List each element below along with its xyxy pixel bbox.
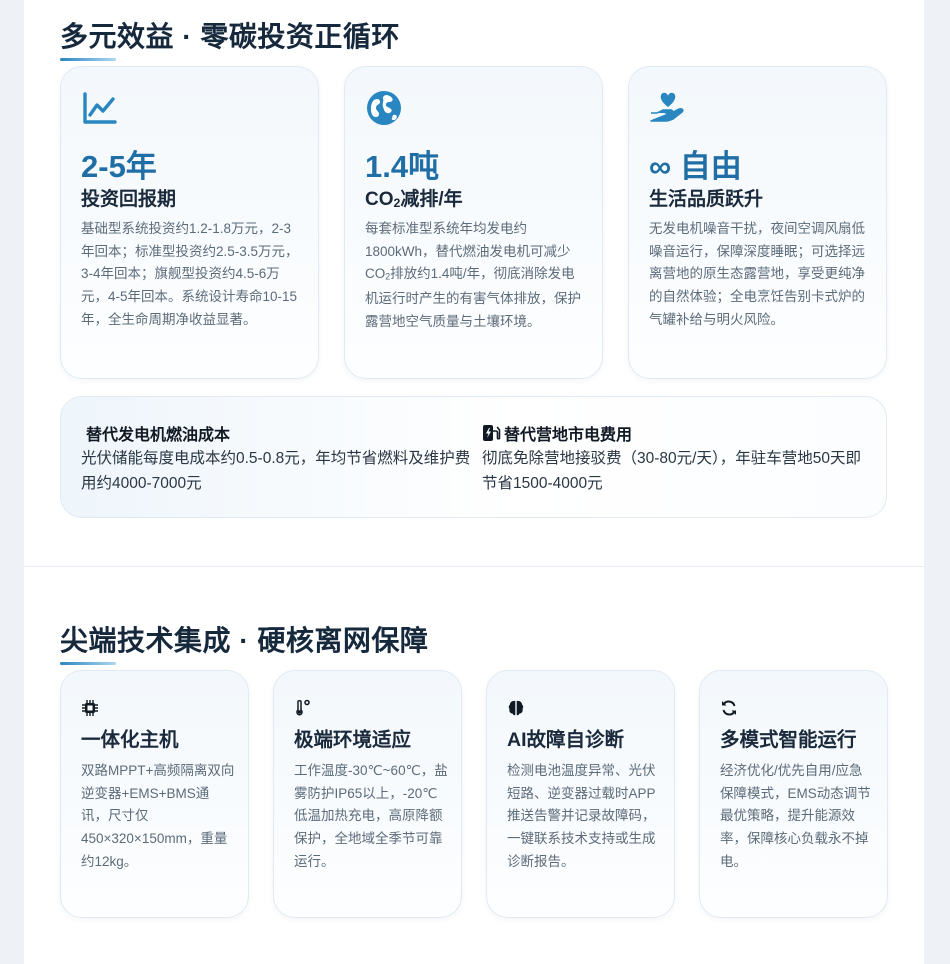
charging-station-icon bbox=[482, 424, 502, 442]
section-title: 多元效益 · 零碳投资正循环 bbox=[60, 21, 400, 52]
benefit-description: 无发电机噪音干扰，夜间空调风扇低噪音运行，保障深度睡眠；可选择远离营地的原生态露… bbox=[649, 221, 865, 327]
tech-name: 极端环境适应 bbox=[294, 729, 412, 751]
saving-description: 彻底免除营地接驳费（30-80元/天），年驻车营地50天即节省1500-4000… bbox=[482, 450, 861, 492]
benefit-label: 投资回报期 bbox=[81, 189, 177, 210]
saving-title: 替代发电机燃油成本 bbox=[86, 427, 231, 444]
tech-description: 工作温度-30℃~60℃，盐雾防护IP65以上，-20℃低温加热充电，高原降额保… bbox=[294, 763, 448, 869]
earth-icon bbox=[365, 89, 403, 127]
saving-description: 光伏储能每度电成本约0.5-0.8元，年均节省燃料及维护费用约4000-7000… bbox=[81, 450, 471, 492]
tech-description: 双路MPPT+高频隔离双向逆变器+EMS+BMS通讯，尺寸仅450×320×15… bbox=[81, 763, 235, 869]
chart-line-icon bbox=[81, 89, 119, 127]
tech-name: AI故障自诊断 bbox=[507, 729, 625, 751]
title-underline bbox=[60, 662, 116, 665]
brain-icon bbox=[507, 699, 525, 717]
chip-icon bbox=[81, 699, 99, 717]
benefit-description: 每套标准型系统年均发电约1800kWh，替代燃油发电机可减少CO2排放约1.4吨… bbox=[365, 221, 581, 330]
benefit-value: 1.4吨 bbox=[365, 149, 440, 184]
tech-card-integrated-host: 一体化主机 双路MPPT+高频隔离双向逆变器+EMS+BMS通讯，尺寸仅450×… bbox=[60, 670, 249, 918]
saving-title: 替代营地市电费用 bbox=[504, 427, 633, 444]
tech-description: 经济优化/优先自用/应急保障模式，EMS动态调节最优策略，提升能源效率，保障核心… bbox=[720, 763, 871, 869]
tech-description: 检测电池温度异常、光伏短路、逆变器过载时APP推送告警并记录故障码，一键联系技术… bbox=[507, 763, 656, 869]
saving-item-fuel: 替代发电机燃油成本 光伏储能每度电成本约0.5-0.8元，年均节省燃料及维护费用… bbox=[81, 422, 471, 496]
title-underline bbox=[60, 58, 116, 61]
benefits-section: 多元效益 · 零碳投资正循环 2-5年 投资回报期 基础型系统投资约1.2-1.… bbox=[24, 0, 924, 566]
thermometer-icon bbox=[294, 699, 312, 717]
benefit-card-lifestyle: ∞ 自由 生活品质跃升 无发电机噪音干扰，夜间空调风扇低噪音运行，保障深度睡眠；… bbox=[628, 66, 887, 379]
tech-section: 尖端技术集成 · 硬核离网保障 一体化主机 双路MPPT+高频隔离双向逆变器+E… bbox=[24, 566, 924, 964]
tech-card-smart-mode: 多模式智能运行 经济优化/优先自用/应急保障模式，EMS动态调节最优策略，提升能… bbox=[699, 670, 888, 918]
savings-panel: 替代发电机燃油成本 光伏储能每度电成本约0.5-0.8元，年均节省燃料及维护费用… bbox=[60, 396, 887, 518]
section-title: 尖端技术集成 · 硬核离网保障 bbox=[60, 625, 429, 656]
tech-card-ai-diagnosis: AI故障自诊断 检测电池温度异常、光伏短路、逆变器过载时APP推送告警并记录故障… bbox=[486, 670, 675, 918]
benefit-value: 2-5年 bbox=[81, 149, 157, 184]
benefit-card-roi: 2-5年 投资回报期 基础型系统投资约1.2-1.8万元，2-3年回本；标准型投… bbox=[60, 66, 319, 379]
benefit-label: CO2减排/年 bbox=[365, 189, 463, 210]
tech-card-environment: 极端环境适应 工作温度-30℃~60℃，盐雾防护IP65以上，-20℃低温加热充… bbox=[273, 670, 462, 918]
benefit-value: ∞ 自由 bbox=[649, 149, 742, 184]
hand-heart-icon bbox=[649, 89, 687, 127]
page: 多元效益 · 零碳投资正循环 2-5年 投资回报期 基础型系统投资约1.2-1.… bbox=[24, 0, 924, 964]
benefit-card-emission: 1.4吨 CO2减排/年 每套标准型系统年均发电约1800kWh，替代燃油发电机… bbox=[344, 66, 603, 379]
tech-name: 一体化主机 bbox=[81, 729, 179, 751]
sync-icon bbox=[720, 699, 738, 717]
benefit-label: 生活品质跃升 bbox=[649, 189, 764, 210]
tech-name: 多模式智能运行 bbox=[720, 729, 857, 751]
saving-item-grid: 替代营地市电费用 彻底免除营地接驳费（30-80元/天），年驻车营地50天即节省… bbox=[482, 422, 872, 496]
benefit-description: 基础型系统投资约1.2-1.8万元，2-3年回本；标准型投资约2.5-3.5万元… bbox=[81, 221, 299, 327]
